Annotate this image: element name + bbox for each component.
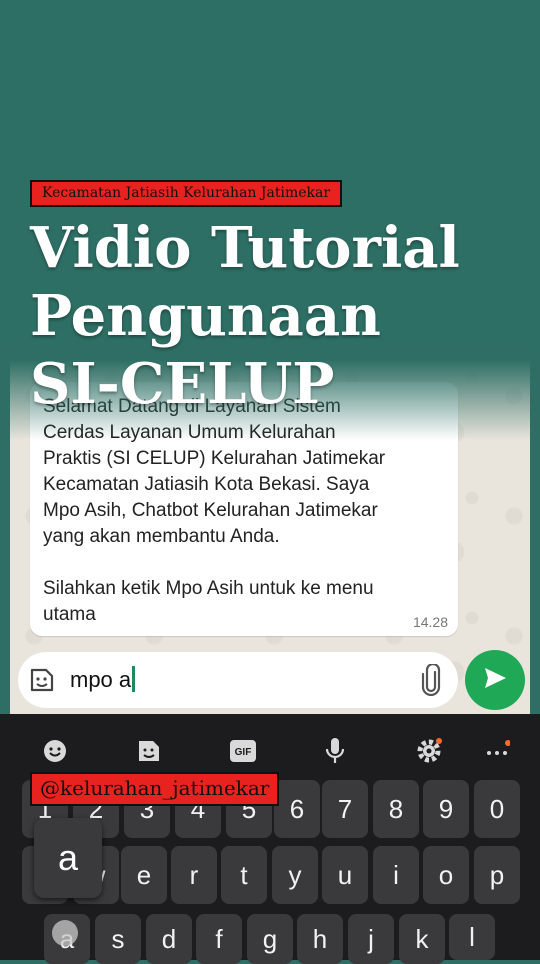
key-p[interactable]: p	[474, 846, 520, 904]
key-u[interactable]: u	[322, 846, 368, 904]
title-line-2: Pengunaan	[30, 283, 381, 349]
key-f[interactable]: f	[196, 914, 242, 964]
key-l[interactable]: l	[449, 914, 495, 960]
gif-label: GIF	[235, 747, 252, 758]
key-6[interactable]: 6	[274, 780, 320, 838]
text-cursor	[132, 666, 136, 692]
key-j[interactable]: j	[348, 914, 394, 964]
gif-icon[interactable]: GIF	[228, 736, 258, 766]
message-input-bar[interactable]: mpo a	[18, 652, 458, 708]
location-tag: Kecamatan Jatiasih Kelurahan Jatimekar	[30, 180, 343, 207]
key-e[interactable]: e	[121, 846, 167, 904]
touch-indicator	[52, 920, 78, 946]
pressed-key-preview: a	[34, 818, 102, 898]
key-h[interactable]: h	[297, 914, 343, 964]
mic-icon[interactable]	[320, 736, 350, 766]
key-8[interactable]: 8	[373, 780, 419, 838]
sticker-icon[interactable]	[134, 736, 164, 766]
account-handle-tag: @kelurahan_jatimekar	[30, 772, 280, 806]
more-icon[interactable]	[482, 736, 512, 766]
attach-icon[interactable]	[420, 662, 442, 697]
video-title: Vidio Tutorial Pengunaan SI-CELUP	[30, 214, 530, 418]
key-i[interactable]: i	[373, 846, 419, 904]
message-input[interactable]: mpo a	[70, 666, 136, 693]
emoji-icon[interactable]	[40, 736, 70, 766]
send-icon	[482, 665, 508, 695]
key-0[interactable]: 0	[474, 780, 520, 838]
message-input-value: mpo a	[70, 667, 132, 692]
send-button[interactable]	[465, 650, 525, 710]
key-g[interactable]: g	[247, 914, 293, 964]
key-t[interactable]: t	[221, 846, 267, 904]
key-o[interactable]: o	[423, 846, 469, 904]
message-timestamp: 14.28	[412, 614, 448, 630]
key-s[interactable]: s	[95, 914, 141, 964]
settings-icon[interactable]	[414, 736, 444, 766]
key-y[interactable]: y	[272, 846, 318, 904]
key-d[interactable]: d	[146, 914, 192, 964]
key-9[interactable]: 9	[423, 780, 469, 838]
title-line-1: Vidio Tutorial	[30, 215, 460, 281]
title-line-3: SI-CELUP	[30, 351, 335, 417]
sticker-emoji-icon[interactable]	[28, 666, 56, 694]
key-k[interactable]: k	[399, 914, 445, 964]
key-r[interactable]: r	[171, 846, 217, 904]
key-7[interactable]: 7	[322, 780, 368, 838]
